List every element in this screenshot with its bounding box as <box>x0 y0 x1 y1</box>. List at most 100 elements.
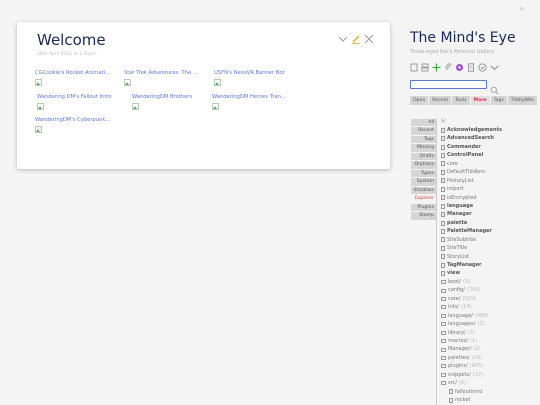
explorer-file[interactable]: isEncrypted <box>441 194 540 202</box>
gallery-link[interactable]: USFN's NeosVR Banner Bot <box>214 70 304 76</box>
explorer-file[interactable]: HistoryList <box>441 177 540 185</box>
explorer-folder[interactable]: Manager/(2) <box>441 345 540 353</box>
tab-tiddlywiki[interactable]: TiddlyWiki <box>507 96 538 105</box>
explorer-file[interactable]: view <box>441 269 540 277</box>
gallery-link[interactable]: WanderingDM Heroes Tran… <box>212 94 302 100</box>
close-icon[interactable] <box>364 34 374 44</box>
broken-image-icon <box>212 103 219 110</box>
explorer-file[interactable]: SiteSubtitle <box>441 236 540 244</box>
tab-tools[interactable]: Tools <box>452 96 470 105</box>
explorer-folder[interactable]: languages/(2) <box>441 320 540 328</box>
explorer-file[interactable]: Acknowledgements <box>441 126 540 134</box>
file-icon <box>441 186 445 192</box>
tab-shadows[interactable]: Shadows <box>411 186 436 195</box>
explorer-folder[interactable]: palettes/(16) <box>441 354 540 362</box>
paperclip-icon[interactable] <box>444 63 452 72</box>
gallery-item[interactable]: Star Trek Adventures: The … <box>124 70 214 86</box>
check-circle-icon[interactable] <box>478 63 487 72</box>
explorer-file[interactable]: language <box>441 202 540 210</box>
tiddler-title[interactable]: Welcome <box>37 31 106 49</box>
tab-orphans[interactable]: Orphans <box>411 161 436 169</box>
tab-missing[interactable]: Missing <box>411 144 436 152</box>
folder-icon <box>441 288 446 293</box>
gallery-item[interactable]: CGCookie's Rocket Animati… <box>35 70 125 86</box>
gallery-link[interactable]: Star Trek Adventures: The … <box>124 70 214 76</box>
tab-tags[interactable]: Tags <box>490 96 507 105</box>
gallery-link[interactable]: Wandering DM's Fallout Intro <box>37 94 127 100</box>
palette-icon[interactable] <box>455 63 464 72</box>
explorer-file[interactable]: Commander <box>441 143 540 151</box>
gallery-link[interactable]: CGCookie's Rocket Animati… <box>35 70 125 76</box>
explorer-file[interactable]: StoryList <box>441 253 540 261</box>
explorer-file[interactable]: import <box>441 185 540 193</box>
tab-plugins[interactable]: Plugins <box>411 203 436 212</box>
explorer-file[interactable]: AdvancedSearch <box>441 134 540 142</box>
tree-item-label: Manager <box>447 211 472 218</box>
tree-item-label: library/ <box>448 329 466 336</box>
gallery-item[interactable]: WanderingDM Heroes Tran… <box>212 94 302 110</box>
explorer-file[interactable]: falloutintro <box>449 388 540 396</box>
explorer-file[interactable]: DefaultTiddlers <box>441 168 540 176</box>
explorer-folder[interactable]: library/(2) <box>441 329 540 337</box>
plus-icon[interactable] <box>432 63 441 72</box>
explorer-file[interactable]: PaletteManager <box>441 227 540 235</box>
folder-icon <box>441 296 446 301</box>
explorer-folder[interactable]: snippets/(17) <box>441 371 540 379</box>
tab-more[interactable]: More <box>470 96 490 105</box>
tab-recent[interactable]: Recent <box>429 96 452 105</box>
fold-all-icon[interactable] <box>421 63 429 72</box>
tab-drafts[interactable]: Drafts <box>411 152 436 161</box>
file-icon <box>441 254 445 260</box>
file-icon <box>441 237 445 243</box>
tab-tags-more[interactable]: Tags <box>411 135 436 144</box>
explorer-file[interactable]: rocket <box>449 396 540 404</box>
gallery-item[interactable]: Wandering DM's Fallout Intro <box>37 94 127 110</box>
explorer-folder[interactable]: core/(509) <box>441 295 540 303</box>
tab-types[interactable]: Types <box>411 169 436 178</box>
explorer-folder[interactable]: src/(6) <box>441 379 540 387</box>
more-vertical-tabs: All Recent Tags Missing Drafts Orphans T… <box>411 119 436 221</box>
tab-recent-more[interactable]: Recent <box>411 127 436 135</box>
tab-system[interactable]: System <box>411 178 436 186</box>
fold-sidebar-icon[interactable]: » <box>519 4 524 13</box>
tree-item-label: import <box>447 186 464 193</box>
tab-all[interactable]: All <box>411 119 436 127</box>
explorer-file[interactable]: ControlPanel <box>441 151 540 159</box>
tab-open[interactable]: Open <box>410 96 429 105</box>
gallery-link[interactable]: WanderingDM's Cyberpunk… <box>35 117 125 123</box>
explorer-file[interactable]: TagManager <box>441 261 540 269</box>
gallery-item[interactable]: WanderingDM Brothers <box>132 94 222 110</box>
chevron-down-icon[interactable] <box>338 35 348 43</box>
explorer-folder[interactable]: plugins/(405) <box>441 362 540 370</box>
explorer-folder[interactable]: info/(14) <box>441 303 540 311</box>
explorer-file[interactable]: core <box>441 160 540 168</box>
tiddler-subtitle: 28th April 2022 at 6:41pm <box>37 52 97 57</box>
tree-item-label: Commander <box>447 143 481 150</box>
explorer-folder[interactable]: config/(241) <box>441 286 540 294</box>
explorer-folder[interactable]: boot/(3) <box>441 278 540 286</box>
file-icon <box>441 220 445 226</box>
explorer-file[interactable]: palette <box>441 219 540 227</box>
chevron-down-icon[interactable] <box>490 63 499 72</box>
gallery-link[interactable]: WanderingDM Brothers <box>132 94 222 100</box>
gallery-item[interactable]: USFN's NeosVR Banner Bot <box>214 70 304 86</box>
explorer-file[interactable]: SiteTitle <box>441 244 540 252</box>
explorer-folder[interactable]: language/(486) <box>441 312 540 320</box>
explorer-breadcrumb[interactable]: $/ <box>441 119 540 125</box>
explorer-folder[interactable]: macros/(1) <box>441 337 540 345</box>
explorer-file[interactable]: Manager <box>441 210 540 218</box>
search-input[interactable] <box>410 80 487 89</box>
tree-item-label: language <box>447 202 474 209</box>
tree-item-count: (2) <box>477 321 485 328</box>
tree-item-count: (509) <box>462 295 476 302</box>
welcome-tiddler: Welcome 28th April 2022 at 6:41pm CGCook… <box>17 22 390 169</box>
tab-stamp[interactable]: Stamp <box>411 212 436 220</box>
tab-explorer[interactable]: Explorer <box>411 195 436 203</box>
new-tiddler-icon[interactable] <box>410 63 418 72</box>
gallery-item[interactable]: WanderingDM's Cyberpunk… <box>35 117 125 133</box>
edit-icon[interactable] <box>351 34 361 44</box>
tree-item-label: config/ <box>448 287 465 294</box>
document-icon[interactable] <box>467 63 475 72</box>
folder-icon <box>441 364 446 369</box>
folder-icon <box>441 356 446 361</box>
